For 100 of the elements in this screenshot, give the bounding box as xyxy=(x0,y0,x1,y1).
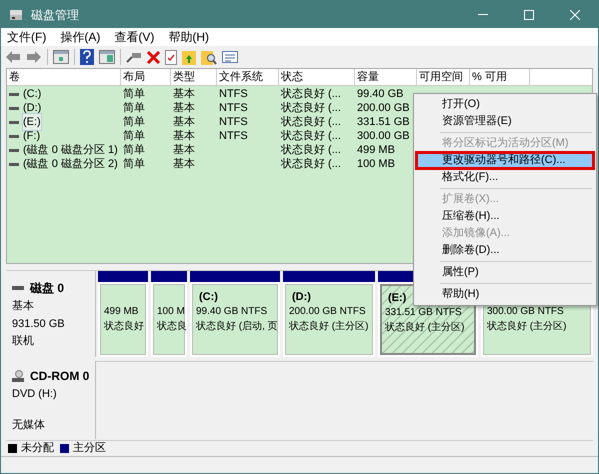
table-cell[interactable]: (C:) xyxy=(23,86,42,102)
menu-item[interactable]: 文件(F) xyxy=(7,28,46,46)
partition-size: 200.00 GB NTFS xyxy=(289,305,366,319)
menu-item[interactable]: 帮助(H) xyxy=(168,28,209,46)
menu-item[interactable]: 打开(O) xyxy=(416,96,594,113)
partition-status: 状态良好 (启动, 页 xyxy=(196,320,278,334)
column-header[interactable]: 类型 xyxy=(171,69,217,86)
table-cell-text: NTFS xyxy=(219,114,248,130)
disk-status: 联机 xyxy=(12,334,35,349)
partition-size: 499 MB xyxy=(104,305,138,319)
panel-icon[interactable] xyxy=(53,50,69,64)
partition-status: 状态良好 (主分区) xyxy=(487,320,566,334)
menu-item[interactable]: 压缩卷(H)... xyxy=(416,208,594,225)
partition-size: 100 M xyxy=(157,305,185,319)
table-cell-text: 状态良好 (... xyxy=(281,156,341,172)
partition[interactable]: 499 MB 状态良好 xyxy=(98,271,148,357)
table-cell-text: 状态良好 (... xyxy=(281,128,341,144)
partition-status: 状态良 xyxy=(157,320,187,334)
cdrom-name: CD-ROM 0 xyxy=(30,368,90,385)
partition-label: (E:) xyxy=(388,291,406,303)
partition-label: (D:) xyxy=(292,290,311,302)
connect-icon[interactable] xyxy=(126,51,142,63)
partition-size: 99.40 GB NTFS xyxy=(196,305,268,319)
table-cell-text: 简单 xyxy=(123,128,145,144)
legend-label: 主分区 xyxy=(73,440,106,456)
partition-size: 300.00 GB NTFS xyxy=(487,305,564,319)
volume-icon xyxy=(9,148,19,152)
menu-item[interactable]: 更改驱动器号和路径(C)... xyxy=(416,152,594,169)
partition-header-bar xyxy=(151,271,187,282)
cd-drive-icon xyxy=(12,370,24,382)
table-cell-text: 基本 xyxy=(173,114,195,130)
table-cell-text: 基本 xyxy=(173,128,195,144)
menu-item[interactable]: 格式化(F)... xyxy=(416,169,594,186)
table-cell-text: 99.40 GB xyxy=(357,86,404,102)
table-cell-text: 基本 xyxy=(173,100,195,116)
minimize-icon xyxy=(478,14,488,15)
table-cell-text: 300.00 GB xyxy=(357,128,410,144)
partition[interactable]: (D:) 200.00 GB NTFS 状态良好 (主分区) xyxy=(283,271,375,357)
table-cell-text: 简单 xyxy=(123,156,145,172)
partition-status: 状态良好 xyxy=(104,320,144,334)
folder-search-icon[interactable] xyxy=(201,49,217,65)
table-cell-text: NTFS xyxy=(219,128,248,144)
panel-icon[interactable] xyxy=(99,50,115,64)
folder-up-icon[interactable] xyxy=(182,49,196,65)
back-arrow-icon[interactable] xyxy=(5,50,21,64)
delete-icon[interactable] xyxy=(147,50,160,64)
disk-name: 磁盘 0 xyxy=(30,280,64,297)
table-cell-text: 基本 xyxy=(173,156,195,172)
volume-icon xyxy=(9,134,19,138)
volume-icon xyxy=(9,162,19,166)
column-header[interactable]: % 可用 xyxy=(470,69,530,86)
disk-app-icon xyxy=(9,8,23,20)
menu-item[interactable]: 资源管理器(E) xyxy=(416,113,594,130)
menu-item[interactable]: 操作(A) xyxy=(60,28,100,46)
partition-status: 状态良好 (主分区) xyxy=(289,320,368,334)
disk-size: 931.50 GB xyxy=(12,316,66,332)
table-cell-text: NTFS xyxy=(219,100,248,116)
table-cell-text: 331.51 GB xyxy=(357,114,410,130)
legend-label: 未分配 xyxy=(21,440,54,456)
table-cell-text: 简单 xyxy=(123,114,145,130)
partition[interactable]: 100 M 状态良 xyxy=(151,271,187,357)
partition-size: 331.51 GB NTFS xyxy=(385,306,462,320)
partition[interactable]: (C:) 99.40 GB NTFS 状态良好 (启动, 页 xyxy=(190,271,280,357)
column-header[interactable]: 布局 xyxy=(121,69,171,86)
menu-item[interactable]: 删除卷(D)... xyxy=(416,242,594,259)
maximize-icon xyxy=(524,10,534,20)
table-cell[interactable]: (F:) xyxy=(23,128,40,144)
column-header[interactable]: 可用空间 xyxy=(417,69,470,86)
table-cell[interactable]: (磁盘 0 磁盘分区 2) xyxy=(23,156,118,172)
list-icon[interactable] xyxy=(222,51,238,63)
menu-item[interactable]: 查看(V) xyxy=(114,28,154,46)
column-header[interactable]: 卷 xyxy=(7,69,121,86)
table-cell-text: 499 MB xyxy=(357,142,395,158)
partition-status: 状态良好 (主分区) xyxy=(385,320,464,335)
table-cell-text: NTFS xyxy=(219,86,248,102)
table-cell-text: 100 MB xyxy=(357,156,395,172)
column-header[interactable]: 文件系统 xyxy=(217,69,279,86)
table-cell[interactable]: (D:) xyxy=(23,100,42,116)
partition-label: (C:) xyxy=(199,290,218,302)
help-icon[interactable] xyxy=(80,49,94,65)
table-cell-text: 200.00 GB xyxy=(357,100,410,116)
volume-icon xyxy=(9,120,19,124)
table-cell-text: 状态良好 (... xyxy=(281,142,341,158)
volume-icon xyxy=(9,106,19,110)
checklist-icon[interactable] xyxy=(165,50,177,64)
table-cell-text: 状态良好 (... xyxy=(281,100,341,116)
table-cell-text: 简单 xyxy=(123,86,145,102)
column-header[interactable]: 状态 xyxy=(279,69,355,86)
column-header[interactable]: 容量 xyxy=(355,69,417,86)
close-icon xyxy=(570,10,580,20)
table-cell-text: 简单 xyxy=(123,142,145,158)
cdrom-drive: DVD (H:) xyxy=(12,387,58,402)
table-cell-text: 基本 xyxy=(173,142,195,158)
volume-icon xyxy=(9,92,19,96)
table-cell-text: 状态良好 (... xyxy=(281,86,341,102)
table-cell[interactable]: (E:) xyxy=(23,114,41,130)
cdrom-status: 无媒体 xyxy=(12,418,46,432)
table-cell[interactable]: (磁盘 0 磁盘分区 1) xyxy=(23,142,118,158)
disk-type: 基本 xyxy=(12,299,35,314)
forward-arrow-icon[interactable] xyxy=(26,50,42,64)
